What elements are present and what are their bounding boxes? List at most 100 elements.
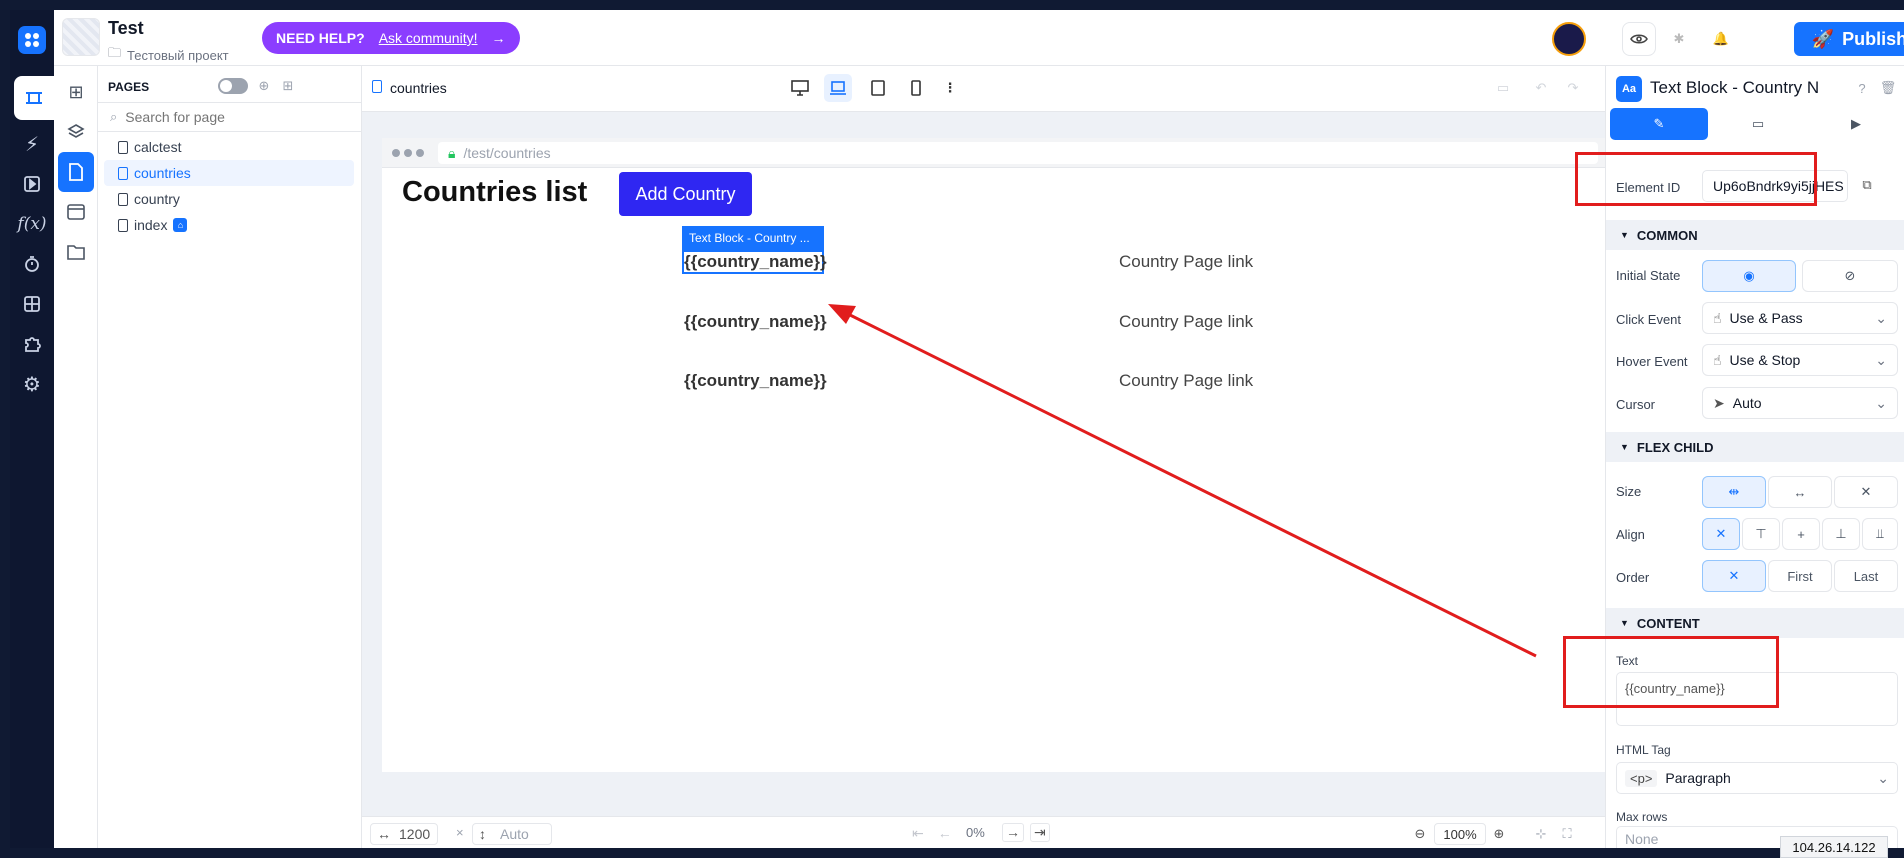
function-icon[interactable]: f(x): [10, 202, 54, 246]
align-none[interactable]: ✕: [1702, 518, 1740, 550]
size-none[interactable]: ✕: [1834, 476, 1898, 508]
section-common[interactable]: ▼ COMMON: [1606, 220, 1904, 250]
laptop-icon[interactable]: [824, 74, 852, 102]
app-logo-icon[interactable]: [10, 18, 54, 62]
page-item-country[interactable]: country: [104, 186, 354, 212]
project-avatar[interactable]: [62, 18, 100, 56]
devices-icon: ▭: [1751, 116, 1765, 131]
publish-button[interactable]: 🚀 Publish ⌄: [1794, 22, 1904, 56]
selection-tag[interactable]: Text Block - Country ...: [682, 226, 824, 250]
pages-toggle[interactable]: [218, 78, 248, 94]
order-first[interactable]: First: [1768, 560, 1832, 592]
page-search[interactable]: ⌕: [98, 102, 362, 132]
zoom-out-icon[interactable]: ⊖: [1409, 823, 1431, 845]
size-shrink[interactable]: ⇹: [1702, 476, 1766, 508]
bug-icon[interactable]: ✱: [1666, 26, 1692, 52]
fit-icon[interactable]: ⊹: [1530, 823, 1552, 845]
trash-icon[interactable]: 🗑: [1878, 78, 1898, 98]
close-icon: ✕: [1728, 568, 1740, 583]
ask-community-link[interactable]: Ask community!: [379, 30, 478, 46]
order-label: Order: [1616, 570, 1650, 585]
play-icon[interactable]: [10, 162, 54, 206]
country-page-link[interactable]: Country Page link: [1119, 312, 1253, 332]
code-icon[interactable]: ▭: [1492, 78, 1514, 98]
order-last[interactable]: Last: [1834, 560, 1898, 592]
html-tag-code: <p>: [1625, 769, 1658, 787]
layers-icon[interactable]: [54, 112, 98, 152]
tab-responsive[interactable]: ▭: [1710, 108, 1806, 140]
tab-interactions[interactable]: ▶: [1808, 108, 1904, 140]
redo-icon[interactable]: ↷: [1562, 78, 1584, 98]
height-field[interactable]: ↕ Auto: [472, 823, 552, 845]
country-name-text[interactable]: {{country_name}}: [684, 371, 827, 391]
hover-event-select[interactable]: ☝ Use & Stop ⌄: [1702, 344, 1898, 376]
data-icon[interactable]: [10, 282, 54, 326]
country-page-link[interactable]: Country Page link: [1119, 371, 1253, 391]
mobile-icon[interactable]: [902, 74, 930, 102]
tab-design[interactable]: ✎: [1610, 108, 1708, 140]
design-icon[interactable]: [14, 76, 54, 120]
cursor-select[interactable]: ➤ Auto ⌄: [1702, 387, 1898, 419]
skip-start-icon[interactable]: ⇤: [912, 825, 924, 842]
preview-url[interactable]: 🔒︎/test/countries: [438, 142, 1598, 164]
zoom-in-icon[interactable]: ⊕: [1488, 823, 1510, 845]
align-end[interactable]: ⊥: [1822, 518, 1860, 550]
pages-icon[interactable]: [58, 152, 94, 192]
preview-eye-icon[interactable]: [1622, 22, 1656, 56]
page-item-index[interactable]: index ⌂: [104, 212, 354, 238]
step-back-icon[interactable]: ←: [938, 825, 952, 842]
align-start[interactable]: ⊤: [1742, 518, 1780, 550]
align-center[interactable]: +: [1782, 518, 1820, 550]
initial-state-visible[interactable]: ◉: [1702, 260, 1796, 292]
browser-icon[interactable]: [54, 192, 98, 232]
zoom-value[interactable]: 100%: [1434, 823, 1486, 845]
cursor-arrow-icon: ➤: [1713, 394, 1725, 411]
desktop-icon[interactable]: [786, 74, 814, 102]
panel-title: Text Block - Country N: [1650, 78, 1820, 97]
user-avatar[interactable]: [1552, 22, 1586, 56]
settings-icon[interactable]: ⚙: [10, 362, 54, 406]
help-icon[interactable]: ?: [1852, 78, 1872, 98]
lightning-icon[interactable]: ⚡: [10, 122, 54, 166]
folder-more-icon[interactable]: [54, 232, 98, 272]
puzzle-icon[interactable]: [10, 322, 54, 366]
page-item-countries[interactable]: countries: [104, 160, 354, 186]
page-heading[interactable]: Countries list: [402, 176, 587, 209]
canvas-area: countries ⋮ ▭ ↶ ↷ 🔒︎ /test/countries Cou…: [362, 66, 1605, 848]
play-square-icon: ▶: [1851, 116, 1861, 131]
click-event-select[interactable]: ☝ Use & Pass ⌄: [1702, 302, 1898, 334]
country-name-text[interactable]: {{country_name}}: [684, 252, 827, 272]
annotation-box-text: [1563, 636, 1779, 708]
html-tag-select[interactable]: <p> Paragraph ⌄: [1616, 762, 1898, 794]
height-arrows-icon: ↕: [479, 826, 486, 842]
html-tag-label: HTML Tag: [1616, 743, 1671, 757]
initial-state-hidden[interactable]: ⊘: [1802, 260, 1898, 292]
search-icon: ⌕: [110, 109, 118, 124]
country-name-text[interactable]: {{country_name}}: [684, 312, 827, 332]
tablet-icon[interactable]: [864, 74, 892, 102]
align-stretch[interactable]: ⫫: [1862, 518, 1898, 550]
skip-end-icon[interactable]: ⇥: [1030, 823, 1050, 842]
fullscreen-icon[interactable]: ⛶: [1556, 823, 1578, 845]
bell-icon[interactable]: 🔔: [1708, 26, 1734, 52]
copy-icon[interactable]: ⧉: [1856, 174, 1878, 196]
align-label: Align: [1616, 527, 1645, 542]
add-folder-icon[interactable]: ⊕: [254, 76, 274, 96]
country-page-link[interactable]: Country Page link: [1119, 252, 1253, 272]
more-options-icon[interactable]: ⋮: [940, 74, 960, 102]
undo-icon[interactable]: ↶: [1530, 78, 1552, 98]
width-field[interactable]: ↔ 1200: [370, 823, 438, 845]
section-content[interactable]: ▼ CONTENT: [1606, 608, 1904, 638]
add-country-button[interactable]: Add Country: [619, 172, 752, 216]
timer-icon[interactable]: [10, 242, 54, 286]
size-fill[interactable]: ↔: [1768, 476, 1832, 508]
search-input[interactable]: [125, 109, 326, 125]
align-stretch-icon: ⫫: [1876, 526, 1884, 541]
help-banner[interactable]: NEED HELP? Ask community! →: [262, 22, 520, 54]
add-element-icon[interactable]: ⊞: [54, 72, 98, 112]
step-forward-icon[interactable]: →: [1002, 823, 1024, 842]
add-page-icon[interactable]: ⊞: [278, 76, 298, 96]
order-none[interactable]: ✕: [1702, 560, 1766, 592]
page-item-calctest[interactable]: calctest: [104, 134, 354, 160]
section-flex-child[interactable]: ▼ FLEX CHILD: [1606, 432, 1904, 462]
